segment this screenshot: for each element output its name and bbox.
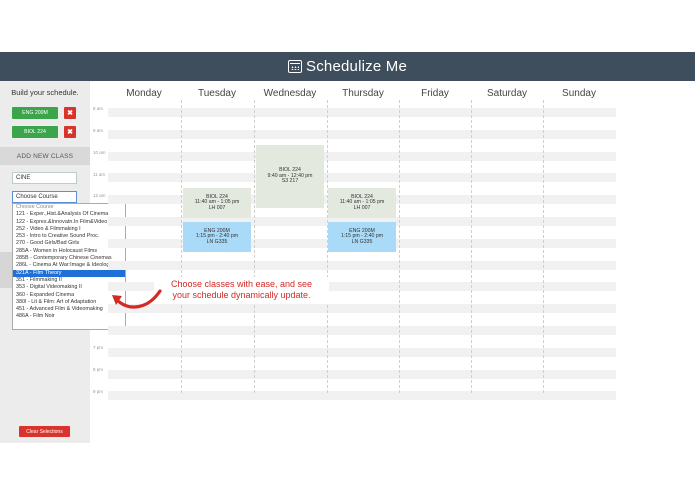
day-header: Sunday xyxy=(562,88,596,99)
add-new-class-button[interactable]: ADD NEW CLASS xyxy=(0,147,90,165)
grid-divider xyxy=(181,100,182,393)
close-icon[interactable]: ✖ xyxy=(64,107,76,119)
grid-row xyxy=(108,260,616,270)
callout-line: your schedule dynamically update. xyxy=(172,290,311,300)
course-option[interactable]: Choose Course xyxy=(13,204,125,211)
grid-row xyxy=(108,108,616,117)
course-option[interactable]: 321A - Film Theory xyxy=(13,269,125,277)
class-event[interactable]: BIOL 224 11:40 am - 1:05 pm LH 007 xyxy=(183,188,251,218)
day-header: Saturday xyxy=(486,88,528,99)
class-event[interactable]: ENG 200M 1:15 pm - 2:40 pm LN G335 xyxy=(183,222,251,252)
day-header: Thursday xyxy=(342,88,384,99)
course-option[interactable]: 285A - Women in Holocaust Films xyxy=(13,248,125,255)
app-title: Schedulize Me xyxy=(306,58,407,75)
selected-class-chip[interactable]: ENG 200M xyxy=(12,107,58,119)
course-option[interactable]: 486A - Film Noir xyxy=(13,313,125,320)
time-label: 8 pm xyxy=(93,367,104,372)
time-label: 9 am xyxy=(93,128,104,133)
event-room: LH 007 xyxy=(353,204,371,211)
event-room: S3 217 xyxy=(281,178,299,185)
app-header: Schedulize Me xyxy=(0,52,695,81)
course-option[interactable]: 252 - Video & Filmmaking I xyxy=(13,226,125,233)
time-label: 12 am xyxy=(93,193,106,198)
selected-class-row: BIOL 224 ✖ xyxy=(12,126,76,138)
grid-row xyxy=(108,173,616,183)
class-event[interactable]: BIOL 224 9:40 am - 12:40 pm S3 217 xyxy=(256,145,324,208)
grid-row xyxy=(108,129,616,139)
grid-row xyxy=(108,151,616,161)
sidebar-divider xyxy=(0,252,12,288)
callout-line: Choose classes with ease, and see xyxy=(170,279,313,289)
day-header: Friday xyxy=(421,88,449,99)
event-room: LN G335 xyxy=(351,238,373,245)
time-label: 8 am xyxy=(93,106,104,111)
selected-class-chip[interactable]: BIOL 224 xyxy=(12,126,58,138)
event-room: LH 007 xyxy=(208,204,226,211)
selected-class-row: ENG 200M ✖ xyxy=(12,107,76,119)
grid-row xyxy=(108,326,616,335)
calendar-icon xyxy=(288,60,302,73)
time-label: 9 pm xyxy=(93,389,104,394)
grid-row xyxy=(108,369,616,379)
class-event[interactable]: ENG 200M 1:15 pm - 2:40 pm LN G335 xyxy=(328,222,396,252)
day-header: Wednesday xyxy=(263,88,317,99)
class-event[interactable]: BIOL 224 11:40 am - 1:05 pm LH 007 xyxy=(328,188,396,218)
course-select[interactable]: Choose Course xyxy=(12,191,77,203)
clear-selections-button[interactable]: Clear Selections xyxy=(19,426,70,437)
course-search-input[interactable]: CINE xyxy=(12,172,77,184)
grid-row xyxy=(108,347,616,357)
event-room: LN G335 xyxy=(206,238,228,245)
feature-callout: Choose classes with ease, and see your s… xyxy=(154,277,329,303)
grid-divider xyxy=(254,100,255,393)
grid-row xyxy=(108,391,616,401)
time-label: 10 am xyxy=(93,150,106,155)
build-schedule-label: Build your schedule. xyxy=(11,88,79,97)
callout-arrow-icon xyxy=(112,289,162,309)
day-header: Monday xyxy=(126,88,162,99)
day-header: Tuesday xyxy=(198,88,236,99)
time-label: 11 am xyxy=(93,172,106,177)
grid-row xyxy=(108,304,616,314)
app-window: Schedulize Me Build your schedule. ENG 2… xyxy=(0,0,695,494)
grid-divider xyxy=(399,100,400,393)
grid-divider xyxy=(471,100,472,393)
close-icon[interactable]: ✖ xyxy=(64,126,76,138)
grid-divider xyxy=(543,100,544,393)
time-label: 7 pm xyxy=(93,345,104,350)
